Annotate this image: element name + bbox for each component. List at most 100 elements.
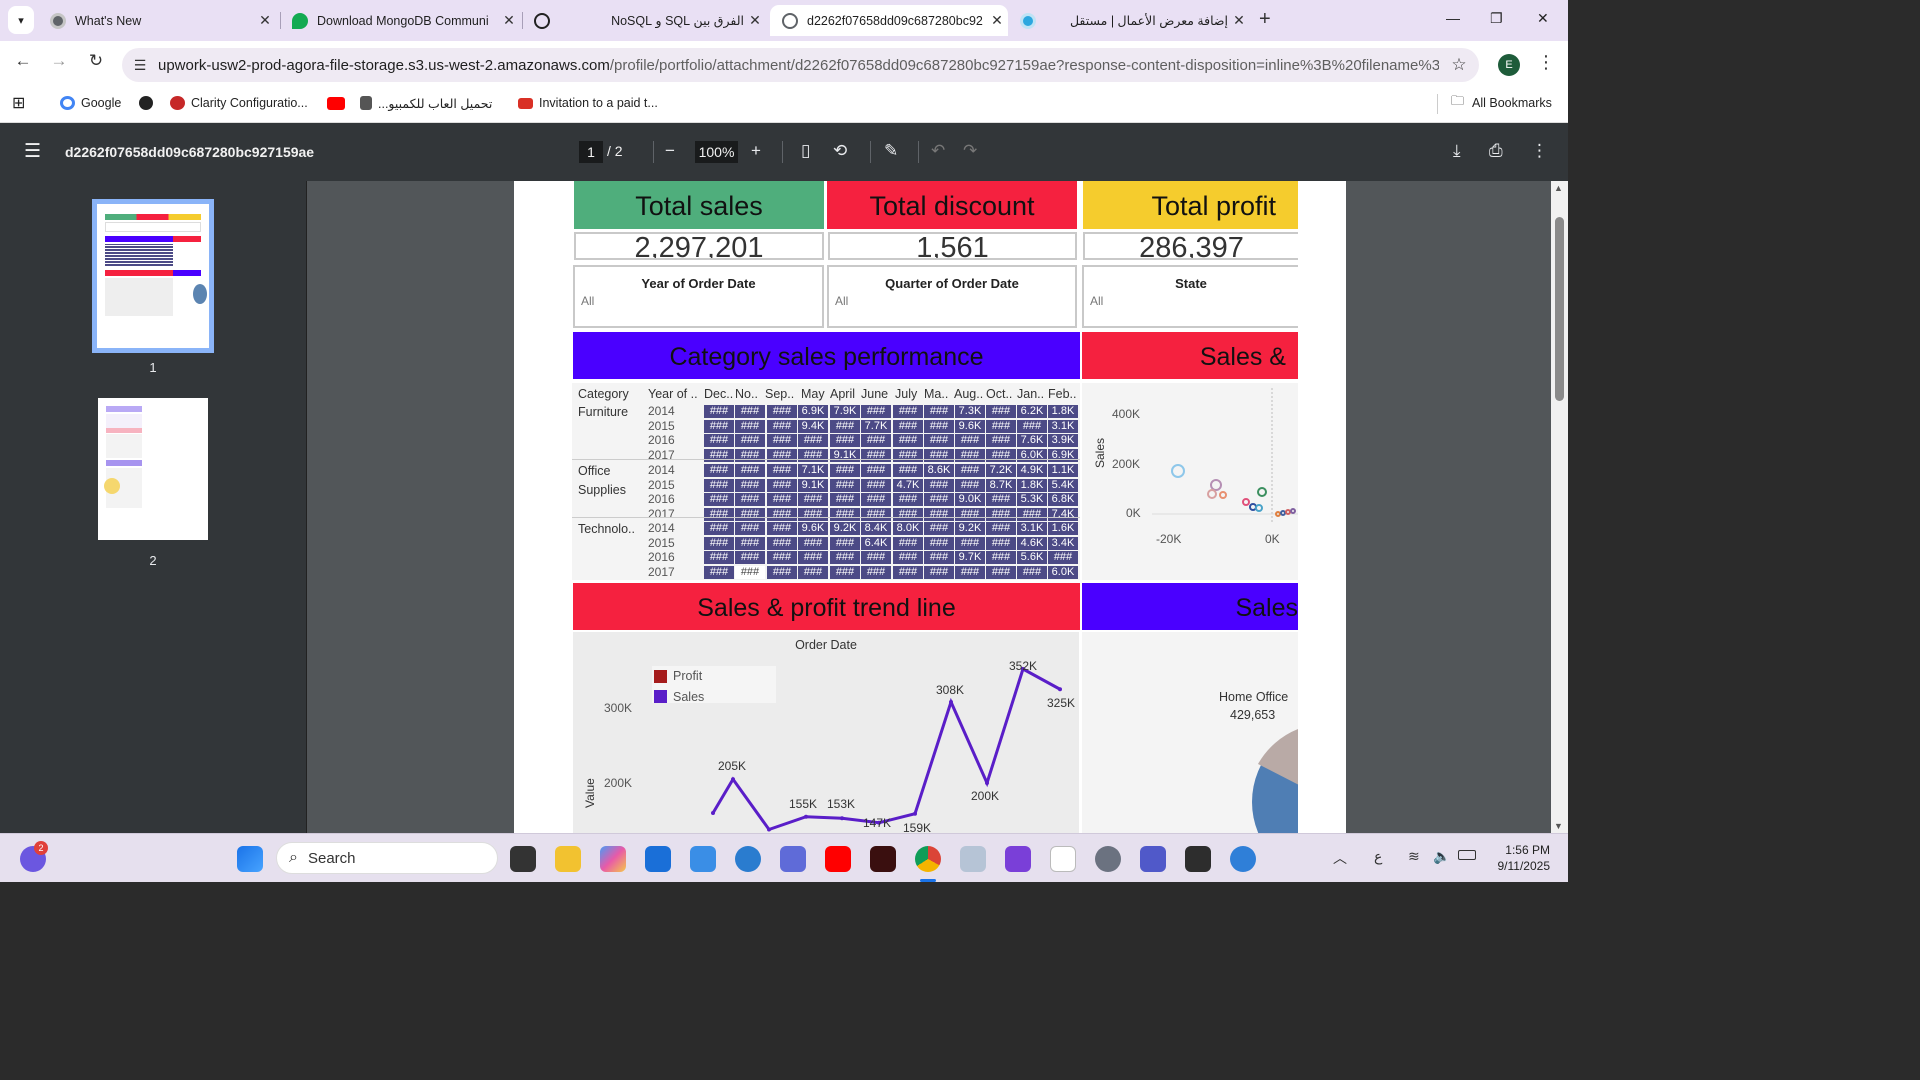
scroll-down-icon[interactable]: ▼ <box>1554 821 1563 831</box>
bookmark-youtube[interactable] <box>327 94 351 112</box>
store-icon[interactable] <box>645 846 671 872</box>
annotate-icon[interactable]: ✎ <box>884 141 898 161</box>
battery-icon[interactable] <box>1458 850 1476 860</box>
copilot-icon[interactable] <box>600 846 626 872</box>
zoom-input[interactable]: 100% <box>695 141 738 163</box>
more-options-icon[interactable]: ⋮ <box>1531 141 1548 161</box>
close-tab-icon[interactable]: ✕ <box>986 12 1008 29</box>
heatmap-cell: ### <box>798 565 828 579</box>
profile-avatar[interactable]: E <box>1498 54 1520 76</box>
tab-pdf-active[interactable]: d2262f07658dd09c687280bc92 ✕ <box>770 5 1008 36</box>
fit-page-icon[interactable]: ▯ <box>801 141 810 161</box>
chrome-icon <box>50 12 66 29</box>
filter-state[interactable]: State All <box>1082 265 1298 328</box>
undo-icon[interactable]: ↶ <box>931 141 945 161</box>
close-tab-icon[interactable]: ✕ <box>1228 12 1250 29</box>
heatmap-cell: 6.9K <box>798 405 828 418</box>
scrollbar-thumb[interactable] <box>1555 217 1564 401</box>
edge-icon[interactable] <box>735 846 761 872</box>
wifi-icon[interactable]: ≋ <box>1408 848 1420 865</box>
file-explorer-icon[interactable] <box>555 846 581 872</box>
tab-whats-new[interactable]: What's New ✕ <box>38 5 276 36</box>
heatmap-cell: ### <box>893 419 923 433</box>
address-bar[interactable]: ☰ upwork-usw2-prod-agora-file-storage.s3… <box>122 48 1479 82</box>
heatmap-cell: ### <box>735 493 765 507</box>
app-icon[interactable] <box>780 846 806 872</box>
tab-sql-nosql[interactable]: الفرق بين SQL و NoSQL ✕ <box>522 5 766 36</box>
menu-icon[interactable]: ☰ <box>24 140 41 163</box>
page-number-input[interactable]: 1 <box>579 141 603 163</box>
close-tab-icon[interactable]: ✕ <box>744 12 766 29</box>
download-icon[interactable]: ⤓ <box>1453 141 1461 161</box>
scroll-up-icon[interactable]: ▲ <box>1554 183 1563 193</box>
new-tab-button[interactable]: + <box>1259 8 1271 31</box>
close-tab-icon[interactable]: ✕ <box>498 12 520 29</box>
print-icon[interactable]: ⎙ <box>1489 141 1503 161</box>
all-bookmarks-button[interactable]: 🗀 All Bookmarks <box>1451 93 1552 112</box>
rotate-icon[interactable]: ⟲ <box>833 141 847 161</box>
heatmap-cell: 8.4K <box>861 522 891 535</box>
chevron-up-icon[interactable]: ︿ <box>1333 848 1347 868</box>
input-language[interactable]: ع <box>1374 848 1382 865</box>
heatmap-year-label: 2014 <box>648 521 675 535</box>
mail-icon[interactable] <box>690 846 716 872</box>
url-text[interactable]: upwork-usw2-prod-agora-file-storage.s3.u… <box>158 57 1439 74</box>
volume-icon[interactable]: 🔈 <box>1433 848 1450 865</box>
heatmap-cell: 7.4K <box>1048 507 1078 521</box>
filter-quarter[interactable]: Quarter of Order Date All <box>827 265 1077 328</box>
app-icon[interactable] <box>960 846 986 872</box>
reload-button[interactable]: ↻ <box>83 51 109 71</box>
heatmap-column-header: Year of .. <box>648 387 698 401</box>
close-window-button[interactable]: ✕ <box>1537 10 1549 27</box>
heatmap-cell: ### <box>798 493 828 507</box>
heatmap-category-label: Technolo.. <box>578 522 635 536</box>
page-thumbnail-2[interactable] <box>98 398 208 540</box>
page-thumbnail-1[interactable] <box>92 199 214 353</box>
zoom-in-icon[interactable]: + <box>751 141 761 161</box>
bookmark-gmail[interactable]: Invitation to a paid t... <box>518 94 658 112</box>
task-view-icon[interactable] <box>510 846 536 872</box>
edge-dev-icon[interactable] <box>1230 846 1256 872</box>
heatmap-cell: ### <box>986 565 1016 579</box>
zoom-out-icon[interactable]: − <box>665 141 675 161</box>
section-sales-partial: Sales & <box>1082 332 1298 379</box>
chrome-icon[interactable] <box>915 846 941 872</box>
heatmap-cell: ### <box>861 434 891 448</box>
heatmap-column-header: July <box>895 387 918 401</box>
vertical-scrollbar[interactable]: ▲ ▼ <box>1551 181 1568 833</box>
teams-icon[interactable] <box>1140 846 1166 872</box>
youtube-icon[interactable] <box>825 846 851 872</box>
windows-start-icon[interactable] <box>237 846 263 872</box>
forward-button[interactable]: → <box>46 51 72 71</box>
restore-button[interactable]: ❐ <box>1490 10 1503 27</box>
bookmark-google[interactable]: Google <box>60 94 121 112</box>
heatmap-year-label: 2015 <box>648 418 675 433</box>
sales-point <box>985 781 989 785</box>
sales-profit-trend-chart: Order Date Profit Sales 300K 200K Value … <box>573 632 1079 833</box>
minimize-button[interactable]: — <box>1446 10 1460 26</box>
tab-mostaql[interactable]: إضافة معرض الأعمال | مستقل ✕ <box>1008 5 1250 36</box>
tab-mongodb[interactable]: Download MongoDB Communi ✕ <box>280 5 520 36</box>
bookmark-star-icon[interactable]: ☆ <box>1439 55 1479 75</box>
settings-gear-icon[interactable] <box>1095 846 1121 872</box>
bookmark-globe[interactable] <box>139 94 159 112</box>
heatmap-cell: 6.0K <box>1048 565 1078 579</box>
back-button[interactable]: ← <box>10 51 36 71</box>
terminal-app-icon[interactable] <box>870 846 896 872</box>
file-icon[interactable] <box>1050 846 1076 872</box>
app-icon[interactable] <box>1005 846 1031 872</box>
taskbar-search[interactable]: ⌕ Search <box>276 842 498 874</box>
redo-icon[interactable]: ↷ <box>963 141 977 161</box>
tab-search-button[interactable]: ▾ <box>8 6 34 34</box>
heatmap-cell: 9.0K <box>955 493 985 507</box>
bookmark-clarity[interactable]: Clarity Configuratio... <box>170 94 308 112</box>
chrome-menu-icon[interactable]: ⋮ <box>1537 52 1555 73</box>
apps-grid-icon[interactable]: ⊞ <box>12 94 25 112</box>
site-info-icon[interactable]: ☰ <box>122 57 158 74</box>
terminal-icon[interactable] <box>1185 846 1211 872</box>
bookmark-games[interactable]: تحميل العاب للكمبيو... <box>360 94 492 112</box>
heatmap-cell: 9.6K <box>798 522 828 535</box>
filter-year[interactable]: Year of Order Date All <box>573 265 824 328</box>
system-clock[interactable]: 1:56 PM 9/11/2025 <box>1488 842 1551 874</box>
close-tab-icon[interactable]: ✕ <box>254 12 276 29</box>
